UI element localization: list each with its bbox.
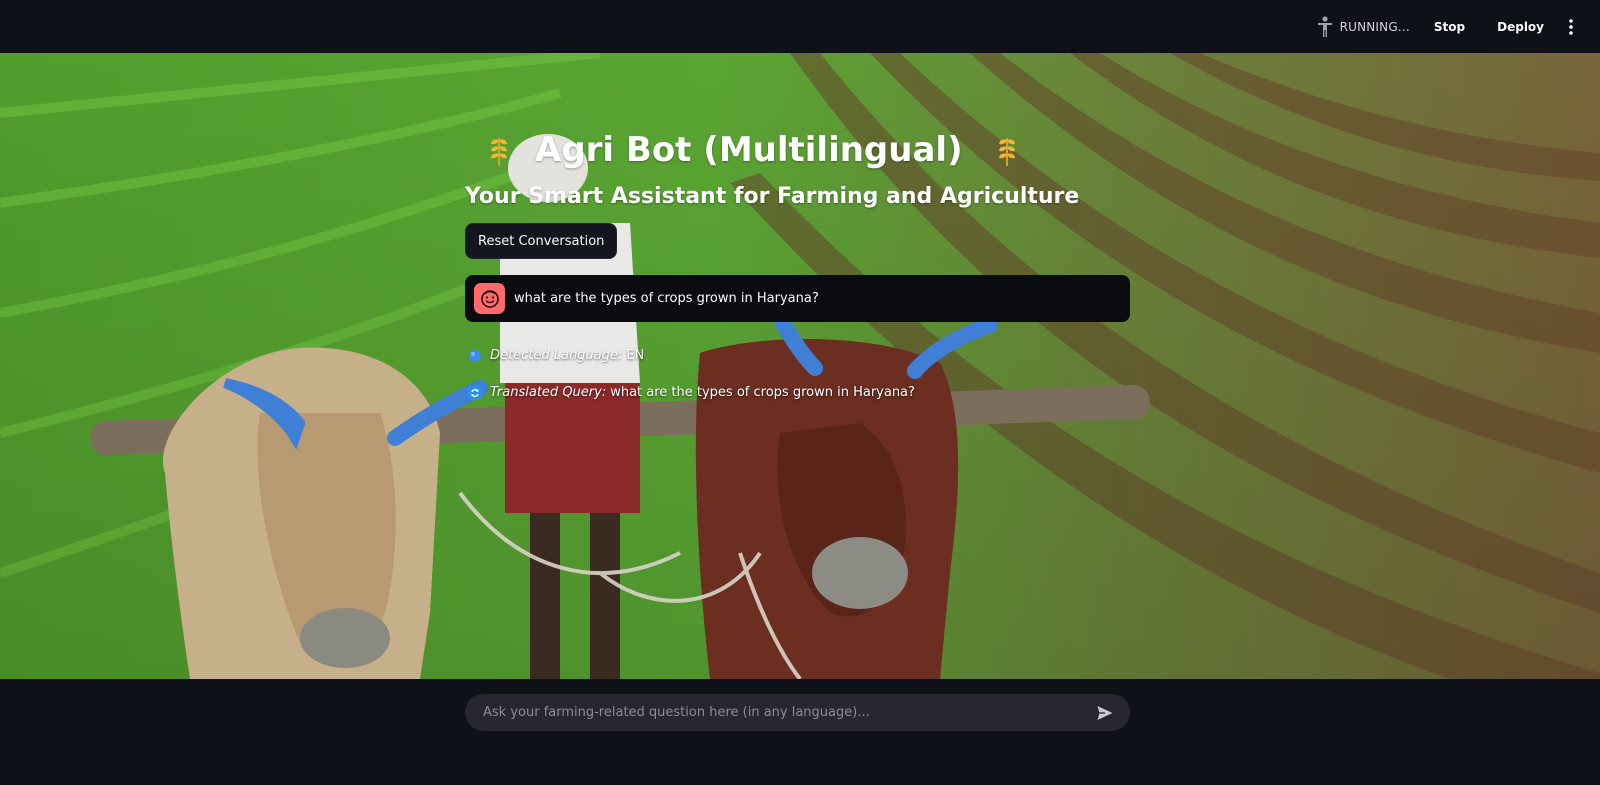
chat-input-bar <box>0 679 1600 785</box>
send-arrow-icon[interactable] <box>1094 702 1116 724</box>
wheat-icon <box>993 132 1021 168</box>
stop-button[interactable]: Stop <box>1428 16 1471 38</box>
deploy-button[interactable]: Deploy <box>1491 16 1550 38</box>
title-row: Agri Bot (Multilingual) <box>465 120 1130 180</box>
translated-query-line: Translated Query: what are the types of … <box>465 385 1130 400</box>
wheat-icon <box>485 132 513 168</box>
detected-language-value: EN <box>626 348 645 363</box>
detected-language-label: Detected Language: <box>490 348 623 363</box>
detected-language-line: Detected Language: EN <box>465 348 1130 363</box>
smiley-face-icon <box>474 283 505 314</box>
translated-query-label: Translated Query: <box>490 385 607 400</box>
vertical-dots-icon[interactable] <box>1564 17 1578 37</box>
blue-circle-icon <box>468 349 482 363</box>
translated-query-value: what are the types of crops grown in Har… <box>610 385 915 400</box>
page-title: Agri Bot (Multilingual) <box>535 130 963 170</box>
user-message-text: what are the types of crops grown in Har… <box>514 291 819 306</box>
reset-conversation-button[interactable]: Reset Conversation <box>465 223 618 259</box>
main-content: Agri Bot (Multilingual) Your Smart Assis… <box>465 53 1130 400</box>
running-status-text: RUNNING... <box>1339 19 1410 34</box>
page-subtitle: Your Smart Assistant for Farming and Agr… <box>465 184 1080 209</box>
chat-input-container <box>465 694 1130 731</box>
app-toolbar: RUNNING... Stop Deploy <box>0 0 1600 53</box>
refresh-arrows-icon <box>468 385 482 400</box>
user-chat-message: what are the types of crops grown in Har… <box>465 275 1130 322</box>
chat-input[interactable] <box>481 704 1094 721</box>
toolbar-actions: RUNNING... Stop Deploy <box>1316 0 1578 53</box>
running-figure-icon <box>1316 15 1334 39</box>
